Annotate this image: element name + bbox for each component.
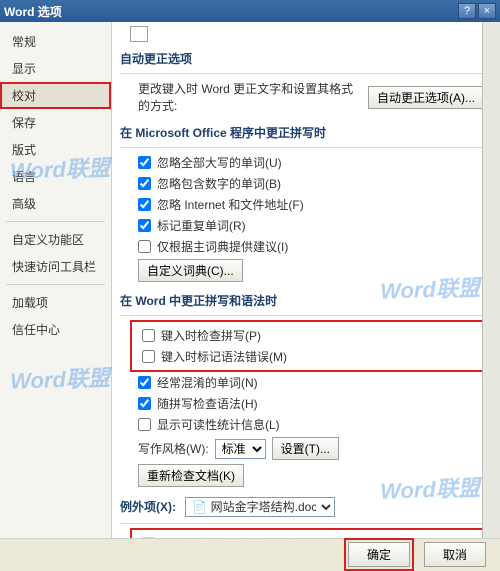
scrollbar-thumb[interactable] bbox=[484, 26, 499, 86]
nav-save[interactable]: 保存 bbox=[0, 109, 111, 136]
lbl-readability: 显示可读性统计信息(L) bbox=[157, 416, 280, 433]
nav-proofing[interactable]: 校对 bbox=[0, 82, 111, 109]
autocorrect-options-button[interactable]: 自动更正选项(A)... bbox=[368, 86, 484, 109]
sidebar: 常规 显示 校对 保存 版式 语言 高级 自定义功能区 快速访问工具栏 加载项 … bbox=[0, 22, 112, 538]
nav-trust[interactable]: 信任中心 bbox=[0, 316, 111, 343]
lbl-hide-spelling-doc: 只隐藏此文档中的拼写错误(S) bbox=[161, 535, 321, 538]
close-button[interactable]: × bbox=[478, 3, 496, 19]
ok-button[interactable]: 确定 bbox=[348, 542, 410, 567]
cb-ignore-internet[interactable] bbox=[138, 198, 151, 211]
exceptions-select[interactable]: 📄 网站金字塔结构.docx bbox=[185, 497, 335, 517]
nav-qat[interactable]: 快速访问工具栏 bbox=[0, 253, 111, 280]
cb-ignore-numbers[interactable] bbox=[138, 177, 151, 190]
cb-check-spelling[interactable] bbox=[142, 329, 155, 342]
autocorrect-label: 更改键入时 Word 更正文字和设置其格式的方式: bbox=[138, 80, 362, 114]
dialog-footer: 确定 取消 bbox=[0, 538, 500, 570]
watermark: Word联盟 bbox=[9, 360, 110, 395]
custom-dictionaries-button[interactable]: 自定义词典(C)... bbox=[138, 259, 243, 282]
cb-grammar-with-spell[interactable] bbox=[138, 397, 151, 410]
nav-advanced[interactable]: 高级 bbox=[0, 190, 111, 217]
abc-icon bbox=[130, 26, 148, 42]
lbl-check-spelling: 键入时检查拼写(P) bbox=[161, 327, 261, 344]
lbl-main-dict-only: 仅根据主词典提供建议(I) bbox=[157, 238, 288, 255]
section-autocorrect: 自动更正选项 bbox=[120, 42, 484, 73]
nav-separator-2 bbox=[6, 284, 105, 285]
cancel-button[interactable]: 取消 bbox=[424, 542, 486, 567]
titlebar: Word 选项 ? × bbox=[0, 0, 500, 22]
lbl-flag-repeated: 标记重复单词(R) bbox=[157, 217, 246, 234]
section-office-spell: 在 Microsoft Office 程序中更正拼写时 bbox=[120, 116, 484, 147]
window-title: Word 选项 bbox=[4, 3, 456, 20]
nav-separator bbox=[6, 221, 105, 222]
lbl-ignore-uppercase: 忽略全部大写的单词(U) bbox=[157, 154, 282, 171]
lbl-mark-grammar: 键入时标记语法错误(M) bbox=[161, 348, 287, 365]
lbl-grammar-with-spell: 随拼写检查语法(H) bbox=[157, 395, 258, 412]
help-button[interactable]: ? bbox=[458, 3, 476, 19]
cb-readability[interactable] bbox=[138, 418, 151, 431]
highlight-ok: 确定 bbox=[344, 538, 414, 571]
lbl-confused-words: 经常混淆的单词(N) bbox=[157, 374, 258, 391]
content-pane: 自动更正选项 更改键入时 Word 更正文字和设置其格式的方式: 自动更正选项(… bbox=[112, 22, 500, 538]
writing-style-label: 写作风格(W): bbox=[138, 440, 209, 457]
nav-customize-ribbon[interactable]: 自定义功能区 bbox=[0, 226, 111, 253]
section-exceptions: 例外项(X): 📄 网站金字塔结构.docx bbox=[120, 489, 484, 523]
nav-general[interactable]: 常规 bbox=[0, 28, 111, 55]
cb-hide-spelling-doc[interactable] bbox=[142, 537, 155, 538]
lbl-ignore-internet: 忽略 Internet 和文件地址(F) bbox=[157, 196, 304, 213]
cb-main-dict-only[interactable] bbox=[138, 240, 151, 253]
nav-language[interactable]: 语言 bbox=[0, 163, 111, 190]
cb-flag-repeated[interactable] bbox=[138, 219, 151, 232]
cb-mark-grammar[interactable] bbox=[142, 350, 155, 363]
section-word-spellgrammar: 在 Word 中更正拼写和语法时 bbox=[120, 284, 484, 315]
settings-button[interactable]: 设置(T)... bbox=[272, 437, 339, 460]
recheck-button[interactable]: 重新检查文档(K) bbox=[138, 464, 244, 487]
nav-layout[interactable]: 版式 bbox=[0, 136, 111, 163]
cb-confused-words[interactable] bbox=[138, 376, 151, 389]
highlight-box-spellgrammar: 键入时检查拼写(P) 键入时标记语法错误(M) bbox=[130, 320, 484, 372]
writing-style-select[interactable]: 标准 bbox=[215, 439, 266, 459]
nav-display[interactable]: 显示 bbox=[0, 55, 111, 82]
exceptions-label: 例外项(X): bbox=[120, 500, 176, 514]
highlight-box-exceptions: 只隐藏此文档中的拼写错误(S) 只隐藏此文档中的语法错误(D) bbox=[130, 528, 484, 538]
nav-addins[interactable]: 加载项 bbox=[0, 289, 111, 316]
cb-ignore-uppercase[interactable] bbox=[138, 156, 151, 169]
lbl-ignore-numbers: 忽略包含数字的单词(B) bbox=[157, 175, 281, 192]
